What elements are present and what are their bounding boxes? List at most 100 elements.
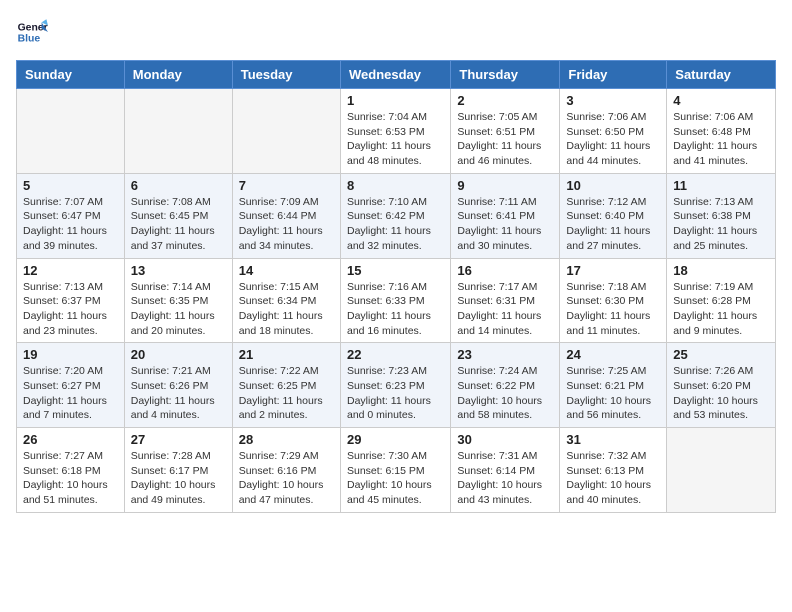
day-info: Sunrise: 7:04 AM Sunset: 6:53 PM Dayligh… [347, 110, 444, 169]
page-header: General Blue [16, 16, 776, 48]
day-number: 19 [23, 347, 118, 362]
logo: General Blue [16, 16, 52, 48]
day-info: Sunrise: 7:05 AM Sunset: 6:51 PM Dayligh… [457, 110, 553, 169]
calendar-cell: 23 Sunrise: 7:24 AM Sunset: 6:22 PM Dayli… [451, 343, 560, 428]
day-number: 31 [566, 432, 660, 447]
calendar-cell: 29Sunrise: 7:30 AM Sunset: 6:15 PM Dayli… [340, 428, 450, 513]
calendar-cell: 27 Sunrise: 7:28 AM Sunset: 6:17 PM Dayli… [124, 428, 232, 513]
weekday-header-wednesday: Wednesday [340, 61, 450, 89]
day-info: Sunrise: 7:06 AM Sunset: 6:48 PM Dayligh… [673, 110, 769, 169]
day-number: 9 [457, 178, 553, 193]
calendar-cell: 26Sunrise: 7:27 AM Sunset: 6:18 PM Dayli… [17, 428, 125, 513]
day-info: Sunrise: 7:08 AM Sunset: 6:45 PM Dayligh… [131, 195, 226, 254]
calendar-cell: 24 Sunrise: 7:25 AM Sunset: 6:21 PM Dayli… [560, 343, 667, 428]
calendar-week-2: 5 Sunrise: 7:07 AM Sunset: 6:47 PM Daylig… [17, 173, 776, 258]
day-number: 2 [457, 93, 553, 108]
day-info: Sunrise: 7:28 AM Sunset: 6:17 PM Dayligh… [131, 449, 226, 508]
calendar-table: SundayMondayTuesdayWednesdayThursdayFrid… [16, 60, 776, 513]
day-number: 12 [23, 263, 118, 278]
calendar-cell: 12 Sunrise: 7:13 AM Sunset: 6:37 PM Dayli… [17, 258, 125, 343]
day-number: 14 [239, 263, 334, 278]
day-number: 23 [457, 347, 553, 362]
calendar-cell: 30 Sunrise: 7:31 AM Sunset: 6:14 PM Dayli… [451, 428, 560, 513]
day-number: 6 [131, 178, 226, 193]
calendar-cell [124, 89, 232, 174]
calendar-week-3: 12 Sunrise: 7:13 AM Sunset: 6:37 PM Dayli… [17, 258, 776, 343]
calendar-cell: 14 Sunrise: 7:15 AM Sunset: 6:34 PM Dayli… [232, 258, 340, 343]
day-number: 26 [23, 432, 118, 447]
calendar-cell: 15 Sunrise: 7:16 AM Sunset: 6:33 PM Dayli… [340, 258, 450, 343]
calendar-cell: 31 Sunrise: 7:32 AM Sunset: 6:13 PM Dayli… [560, 428, 667, 513]
calendar-cell: 17 Sunrise: 7:18 AM Sunset: 6:30 PM Dayli… [560, 258, 667, 343]
day-info: Sunrise: 7:26 AM Sunset: 6:20 PM Dayligh… [673, 364, 769, 423]
weekday-header-row: SundayMondayTuesdayWednesdayThursdayFrid… [17, 61, 776, 89]
weekday-header-tuesday: Tuesday [232, 61, 340, 89]
weekday-header-sunday: Sunday [17, 61, 125, 89]
day-info: Sunrise: 7:19 AM Sunset: 6:28 PM Dayligh… [673, 280, 769, 339]
day-info: Sunrise: 7:07 AM Sunset: 6:47 PM Dayligh… [23, 195, 118, 254]
day-info: Sunrise: 7:09 AM Sunset: 6:44 PM Dayligh… [239, 195, 334, 254]
calendar-cell: 3 Sunrise: 7:06 AM Sunset: 6:50 PM Daylig… [560, 89, 667, 174]
day-number: 27 [131, 432, 226, 447]
day-info: Sunrise: 7:25 AM Sunset: 6:21 PM Dayligh… [566, 364, 660, 423]
day-info: Sunrise: 7:31 AM Sunset: 6:14 PM Dayligh… [457, 449, 553, 508]
day-number: 21 [239, 347, 334, 362]
calendar-cell [17, 89, 125, 174]
day-number: 13 [131, 263, 226, 278]
calendar-cell: 10 Sunrise: 7:12 AM Sunset: 6:40 PM Dayli… [560, 173, 667, 258]
day-number: 1 [347, 93, 444, 108]
day-info: Sunrise: 7:15 AM Sunset: 6:34 PM Dayligh… [239, 280, 334, 339]
weekday-header-monday: Monday [124, 61, 232, 89]
calendar-cell: 7Sunrise: 7:09 AM Sunset: 6:44 PM Daylig… [232, 173, 340, 258]
day-number: 24 [566, 347, 660, 362]
day-info: Sunrise: 7:10 AM Sunset: 6:42 PM Dayligh… [347, 195, 444, 254]
day-number: 8 [347, 178, 444, 193]
day-number: 10 [566, 178, 660, 193]
calendar-cell [667, 428, 776, 513]
calendar-cell: 22 Sunrise: 7:23 AM Sunset: 6:23 PM Dayli… [340, 343, 450, 428]
day-number: 11 [673, 178, 769, 193]
day-number: 5 [23, 178, 118, 193]
weekday-header-thursday: Thursday [451, 61, 560, 89]
day-info: Sunrise: 7:21 AM Sunset: 6:26 PM Dayligh… [131, 364, 226, 423]
day-number: 20 [131, 347, 226, 362]
day-info: Sunrise: 7:14 AM Sunset: 6:35 PM Dayligh… [131, 280, 226, 339]
weekday-header-saturday: Saturday [667, 61, 776, 89]
day-number: 28 [239, 432, 334, 447]
day-info: Sunrise: 7:12 AM Sunset: 6:40 PM Dayligh… [566, 195, 660, 254]
day-info: Sunrise: 7:24 AM Sunset: 6:22 PM Dayligh… [457, 364, 553, 423]
day-info: Sunrise: 7:13 AM Sunset: 6:37 PM Dayligh… [23, 280, 118, 339]
day-info: Sunrise: 7:30 AM Sunset: 6:15 PM Dayligh… [347, 449, 444, 508]
day-info: Sunrise: 7:29 AM Sunset: 6:16 PM Dayligh… [239, 449, 334, 508]
day-number: 15 [347, 263, 444, 278]
day-number: 30 [457, 432, 553, 447]
day-info: Sunrise: 7:16 AM Sunset: 6:33 PM Dayligh… [347, 280, 444, 339]
calendar-cell: 18Sunrise: 7:19 AM Sunset: 6:28 PM Dayli… [667, 258, 776, 343]
calendar-cell: 16 Sunrise: 7:17 AM Sunset: 6:31 PM Dayli… [451, 258, 560, 343]
day-info: Sunrise: 7:23 AM Sunset: 6:23 PM Dayligh… [347, 364, 444, 423]
calendar-week-4: 19 Sunrise: 7:20 AM Sunset: 6:27 PM Dayli… [17, 343, 776, 428]
calendar-cell: 1 Sunrise: 7:04 AM Sunset: 6:53 PM Daylig… [340, 89, 450, 174]
day-number: 16 [457, 263, 553, 278]
day-info: Sunrise: 7:22 AM Sunset: 6:25 PM Dayligh… [239, 364, 334, 423]
day-info: Sunrise: 7:13 AM Sunset: 6:38 PM Dayligh… [673, 195, 769, 254]
day-number: 17 [566, 263, 660, 278]
calendar-cell [232, 89, 340, 174]
day-number: 25 [673, 347, 769, 362]
day-info: Sunrise: 7:17 AM Sunset: 6:31 PM Dayligh… [457, 280, 553, 339]
calendar-cell: 25 Sunrise: 7:26 AM Sunset: 6:20 PM Dayli… [667, 343, 776, 428]
day-info: Sunrise: 7:32 AM Sunset: 6:13 PM Dayligh… [566, 449, 660, 508]
day-number: 3 [566, 93, 660, 108]
day-number: 22 [347, 347, 444, 362]
day-info: Sunrise: 7:06 AM Sunset: 6:50 PM Dayligh… [566, 110, 660, 169]
calendar-week-5: 26Sunrise: 7:27 AM Sunset: 6:18 PM Dayli… [17, 428, 776, 513]
calendar-cell: 20 Sunrise: 7:21 AM Sunset: 6:26 PM Dayli… [124, 343, 232, 428]
day-info: Sunrise: 7:18 AM Sunset: 6:30 PM Dayligh… [566, 280, 660, 339]
calendar-week-1: 1 Sunrise: 7:04 AM Sunset: 6:53 PM Daylig… [17, 89, 776, 174]
day-info: Sunrise: 7:20 AM Sunset: 6:27 PM Dayligh… [23, 364, 118, 423]
calendar-cell: 28 Sunrise: 7:29 AM Sunset: 6:16 PM Dayli… [232, 428, 340, 513]
calendar-cell: 21 Sunrise: 7:22 AM Sunset: 6:25 PM Dayli… [232, 343, 340, 428]
calendar-cell: 5 Sunrise: 7:07 AM Sunset: 6:47 PM Daylig… [17, 173, 125, 258]
calendar-cell: 9Sunrise: 7:11 AM Sunset: 6:41 PM Daylig… [451, 173, 560, 258]
calendar-cell: 2 Sunrise: 7:05 AM Sunset: 6:51 PM Daylig… [451, 89, 560, 174]
